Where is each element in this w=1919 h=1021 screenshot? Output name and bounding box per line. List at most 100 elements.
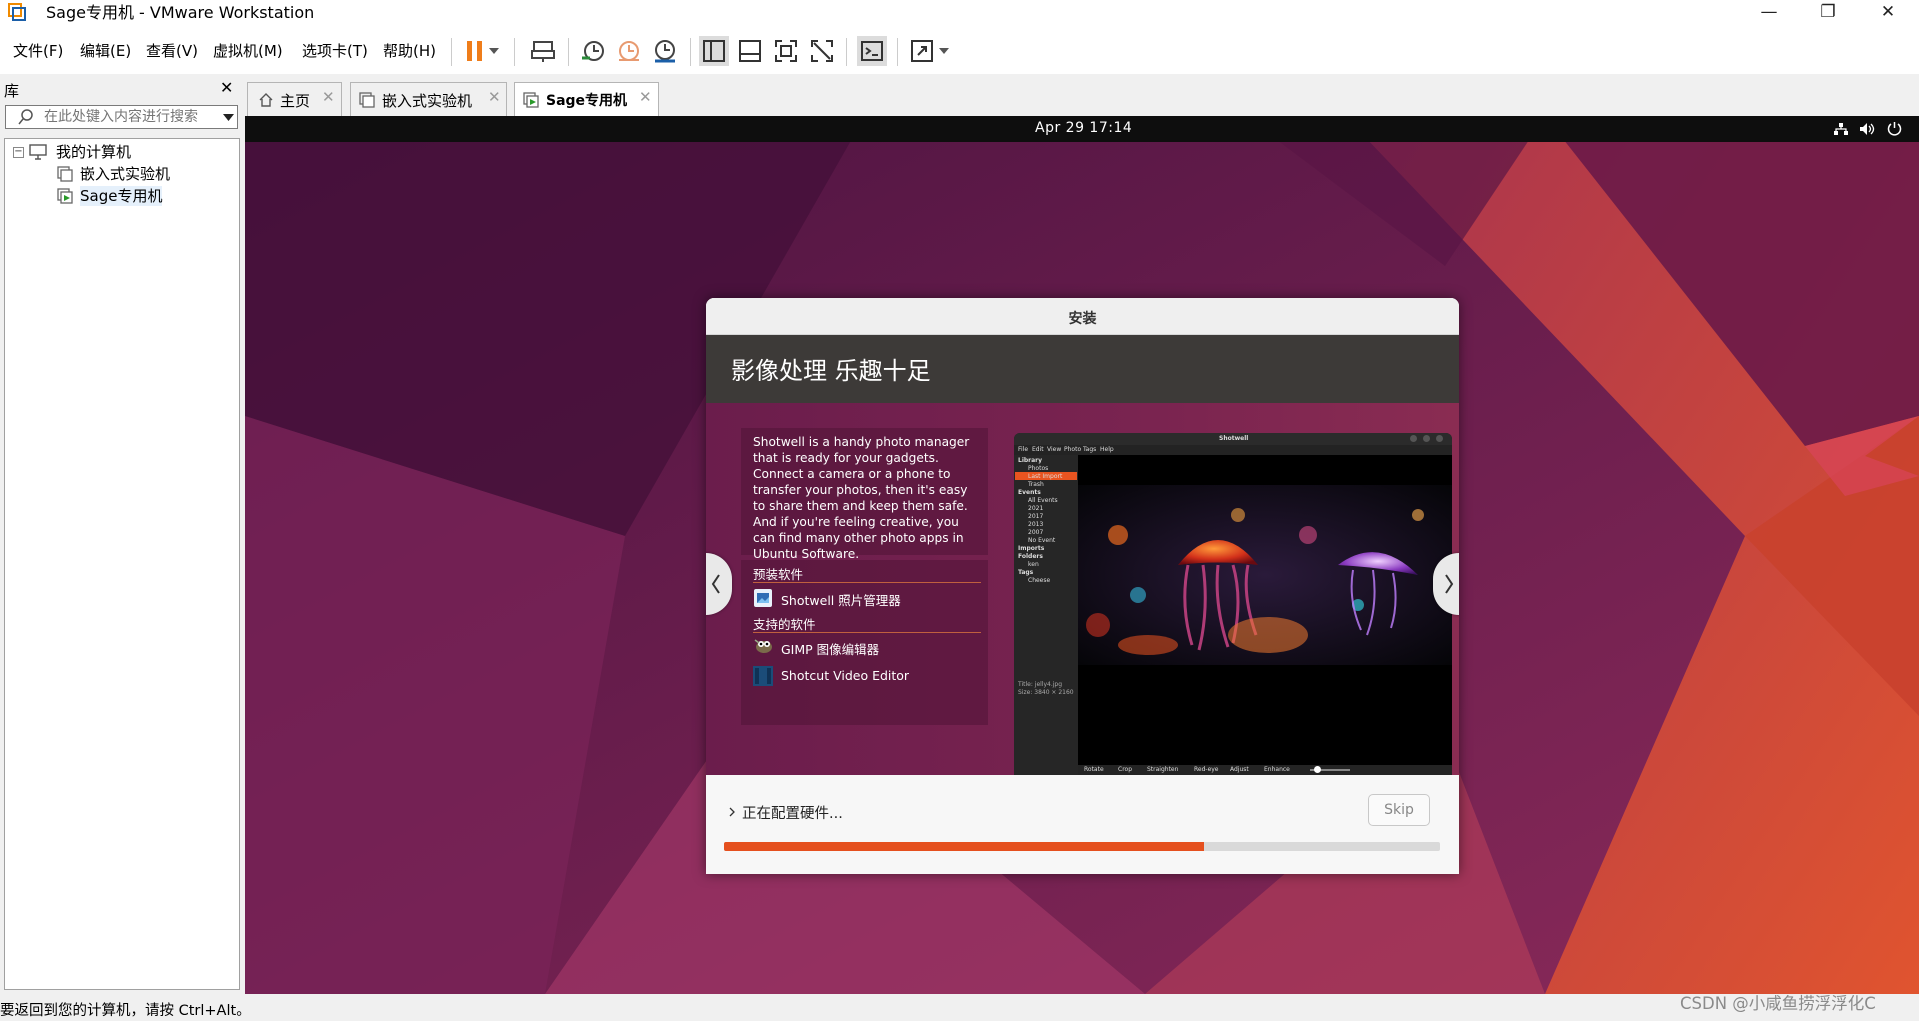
restore-icon[interactable]: ❐ <box>1798 0 1858 28</box>
window-title: Sage专用机 - VMware Workstation <box>46 3 315 22</box>
snapshot-icon[interactable] <box>578 36 608 66</box>
unity-mode-icon[interactable] <box>807 36 837 66</box>
menu-vm[interactable]: 虚拟机(M) <box>213 41 283 61</box>
sw-menu: Tags <box>1083 446 1097 453</box>
sw-side: Folders <box>1018 553 1043 560</box>
installer-footer: 正在配置硬件... Skip <box>706 775 1459 874</box>
sw-side: Library <box>1018 457 1043 464</box>
apps-box: 预装软件 Shotwell 照片管理器 支持的软件 GIMP 图像编辑器 Sho… <box>741 560 988 725</box>
tab-close-icon[interactable]: ✕ <box>488 88 501 106</box>
skip-button[interactable]: Skip <box>1368 794 1430 826</box>
section-divider <box>753 582 981 583</box>
app-gimp: GIMP 图像编辑器 <box>781 642 880 657</box>
description-box: Shotwell is a handy photo manager that i… <box>741 428 988 561</box>
power-dropdown-icon[interactable] <box>485 36 503 66</box>
shotwell-icon <box>754 589 772 607</box>
vmware-app-icon <box>8 3 26 21</box>
tab-close-icon[interactable]: ✕ <box>639 88 652 106</box>
sw-side: 2021 <box>1028 505 1044 512</box>
stretch-dropdown-icon[interactable] <box>935 36 953 66</box>
shotwell-close-icon <box>1436 435 1443 442</box>
toolbar-divider <box>451 38 452 66</box>
install-progress-fill <box>724 842 1204 851</box>
power-icon[interactable] <box>1887 121 1902 136</box>
preinstalled-label: 预装软件 <box>753 567 804 582</box>
menu-edit[interactable]: 编辑(E) <box>80 41 131 61</box>
vm-icon <box>57 166 73 182</box>
library-search-input[interactable] <box>44 107 214 127</box>
sw-side: All Events <box>1028 497 1058 504</box>
vm-icon <box>359 92 375 108</box>
slide-description: Shotwell is a handy photo manager that i… <box>753 435 970 561</box>
supported-label: 支持的软件 <box>753 617 816 632</box>
collapse-toggle-icon[interactable]: − <box>13 147 24 158</box>
library-close-icon[interactable]: ✕ <box>220 78 233 97</box>
revert-snapshot-icon[interactable] <box>614 36 644 66</box>
send-ctrl-alt-del-icon[interactable] <box>528 36 558 66</box>
installer-window: 安装 影像处理 乐趣十足 Shotwell is a handy photo m… <box>706 298 1459 874</box>
toolbar-divider <box>514 38 515 66</box>
tab-embedded-lab-label: 嵌入式实验机 <box>382 92 473 110</box>
menu-help[interactable]: 帮助(H) <box>383 41 436 61</box>
chevron-right-icon <box>1445 574 1454 594</box>
gnome-top-bar: Apr 29 17:14 <box>245 116 1919 142</box>
sw-tool: Rotate <box>1084 766 1104 773</box>
sw-tool: Straighten <box>1147 766 1179 773</box>
toolbar-divider <box>690 38 691 66</box>
sw-menu: Photo <box>1064 446 1082 453</box>
tree-item-sage[interactable]: Sage专用机 <box>80 186 163 206</box>
shotcut-icon <box>753 666 773 686</box>
library-search-box[interactable] <box>5 105 238 129</box>
slideshow: Shotwell is a handy photo manager that i… <box>706 403 1459 775</box>
sw-menu: File <box>1018 446 1029 453</box>
search-icon <box>18 109 33 125</box>
shotwell-title: Shotwell <box>1219 435 1249 442</box>
status-hint: 要返回到您的计算机，请按 Ctrl+Alt。 <box>0 1003 251 1019</box>
stretch-guest-icon[interactable] <box>907 36 937 66</box>
gimp-icon <box>754 639 772 653</box>
fullscreen-icon[interactable] <box>771 36 801 66</box>
sw-side: ken <box>1028 561 1039 568</box>
menu-file[interactable]: 文件(F) <box>13 41 63 61</box>
menu-view[interactable]: 查看(V) <box>146 41 198 61</box>
close-icon[interactable]: ✕ <box>1858 0 1918 28</box>
sw-side: Imports <box>1018 545 1045 552</box>
show-library-icon[interactable] <box>699 36 729 66</box>
tab-home[interactable]: 主页 ✕ <box>247 82 342 116</box>
sw-side: No Event <box>1028 537 1056 544</box>
sw-zoom-knob <box>1314 766 1321 773</box>
computer-icon <box>29 144 47 160</box>
expand-chevron-icon[interactable] <box>729 807 735 817</box>
sw-side: 2007 <box>1028 529 1044 536</box>
tab-sage-label: Sage专用机 <box>546 93 628 109</box>
volume-icon[interactable] <box>1859 122 1875 136</box>
tree-root-my-computer[interactable]: 我的计算机 <box>56 142 131 162</box>
shotwell-screenshot: Shotwell File Edit View Photo Tags Help … <box>1014 433 1452 775</box>
sw-tool: Red-eye <box>1194 766 1219 773</box>
vm-running-icon <box>523 92 539 108</box>
sw-menu: Edit <box>1032 446 1044 453</box>
section-divider <box>753 632 981 633</box>
tree-item-embedded-lab[interactable]: 嵌入式实验机 <box>80 164 170 184</box>
title-bar: Sage专用机 - VMware Workstation — ❐ ✕ <box>0 0 1919 28</box>
vm-console[interactable]: Apr 29 17:14 安装 影像处理 乐趣十足 Shotwell is a … <box>245 116 1919 994</box>
sw-menu: View <box>1047 446 1062 453</box>
network-icon[interactable] <box>1834 122 1848 136</box>
minimize-icon[interactable]: — <box>1739 0 1799 28</box>
snapshot-manager-icon[interactable] <box>650 36 680 66</box>
tab-sage[interactable]: Sage专用机 ✕ <box>514 82 659 116</box>
slide-heading: 影像处理 乐趣十足 <box>731 357 931 385</box>
clock[interactable]: Apr 29 17:14 <box>1035 120 1132 136</box>
chevron-left-icon <box>711 574 720 594</box>
console-view-icon[interactable] <box>857 36 887 66</box>
menu-tabs[interactable]: 选项卡(T) <box>302 41 368 61</box>
thumbnail-bar-icon[interactable] <box>735 36 765 66</box>
tab-embedded-lab[interactable]: 嵌入式实验机 ✕ <box>350 82 507 116</box>
toolbar-divider <box>568 38 569 66</box>
sw-tool: Enhance <box>1264 766 1290 773</box>
tab-close-icon[interactable]: ✕ <box>322 88 335 106</box>
vm-running-icon <box>57 188 73 204</box>
sw-tool: Adjust <box>1230 766 1249 773</box>
search-dropdown-icon[interactable] <box>223 114 234 121</box>
install-progress-bar <box>724 842 1440 851</box>
